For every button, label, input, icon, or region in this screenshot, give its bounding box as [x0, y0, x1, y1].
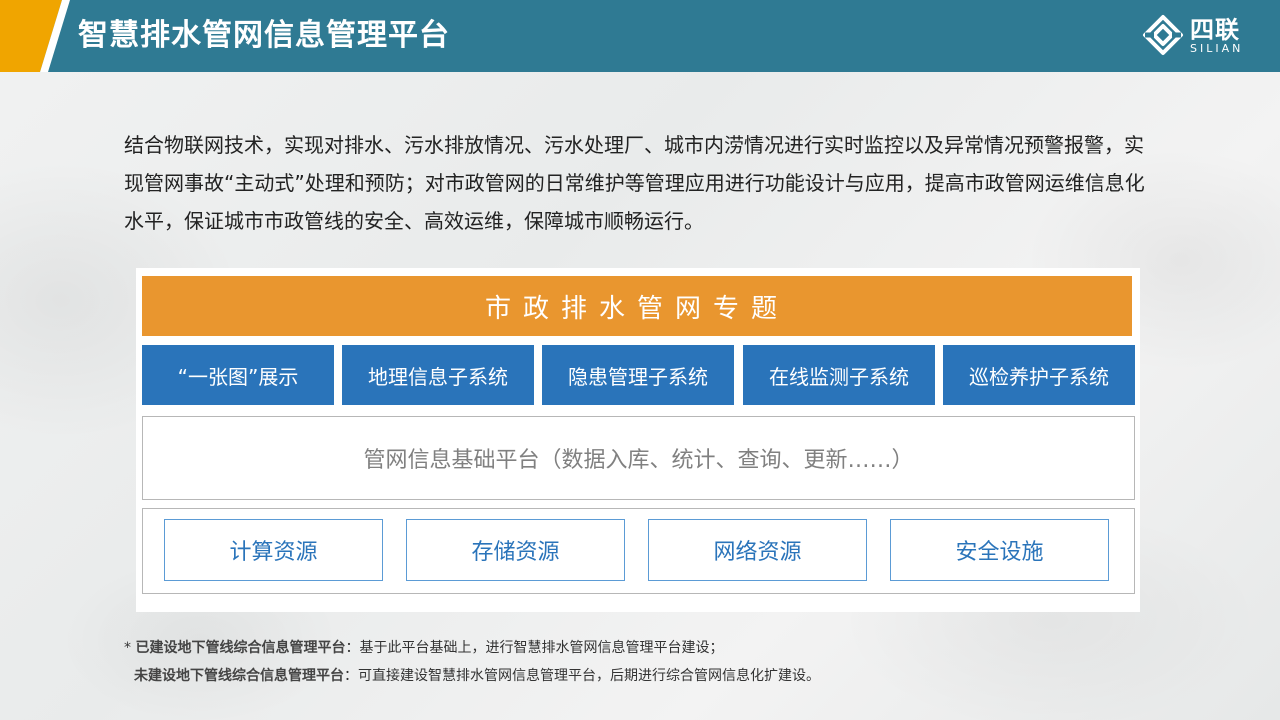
- topic-banner: 市政排水管网专题: [142, 276, 1132, 336]
- header-bar: 智慧排水管网信息管理平台 四联 SILIAN: [0, 0, 1280, 72]
- subsystem-one-map: “一张图”展示: [142, 345, 334, 405]
- footnotes: * 已建设地下管线综合信息管理平台：基于此平台基础上，进行智慧排水管网信息管理平…: [124, 634, 1164, 690]
- infrastructure-row: 计算资源 存储资源 网络资源 安全设施: [142, 508, 1135, 594]
- footnote-built-label: 已建设地下管线综合信息管理平台: [135, 640, 346, 656]
- logo-english-text: SILIAN: [1190, 42, 1244, 55]
- footnote-unbuilt: 未建设地下管线综合信息管理平台：可直接建设智慧排水管网信息管理平台，后期进行综合…: [124, 662, 1164, 690]
- footnote-marker: *: [124, 640, 136, 656]
- logo-chinese-text: 四联: [1190, 16, 1240, 44]
- brand-logo: 四联 SILIAN: [1140, 14, 1260, 58]
- resource-compute: 计算资源: [164, 519, 383, 581]
- base-platform-box: 管网信息基础平台（数据入库、统计、查询、更新……）: [142, 416, 1135, 500]
- footnote-unbuilt-label: 未建设地下管线综合信息管理平台: [134, 668, 344, 684]
- subsystem-row: “一张图”展示 地理信息子系统 隐患管理子系统 在线监测子系统 巡检养护子系统: [142, 345, 1136, 405]
- subsystem-online-monitoring: 在线监测子系统: [743, 345, 935, 405]
- footnote-built-text: ：基于此平台基础上，进行智慧排水管网信息管理平台建设；: [345, 640, 724, 656]
- subsystem-inspection-maintenance: 巡检养护子系统: [943, 345, 1135, 405]
- silian-logo-icon: [1143, 15, 1183, 55]
- footnote-built: * 已建设地下管线综合信息管理平台：基于此平台基础上，进行智慧排水管网信息管理平…: [124, 634, 1164, 662]
- architecture-diagram: 市政排水管网专题 “一张图”展示 地理信息子系统 隐患管理子系统 在线监测子系统…: [136, 268, 1140, 612]
- intro-paragraph: 结合物联网技术，实现对排水、污水排放情况、污水处理厂、城市内涝情况进行实时监控以…: [124, 133, 1145, 233]
- resource-security: 安全设施: [890, 519, 1109, 581]
- resource-storage: 存储资源: [406, 519, 625, 581]
- page-title: 智慧排水管网信息管理平台: [78, 18, 450, 53]
- resource-network: 网络资源: [648, 519, 867, 581]
- footnote-unbuilt-text: ：可直接建设智慧排水管网信息管理平台，后期进行综合管网信息化扩建设。: [344, 668, 820, 684]
- subsystem-geo-info: 地理信息子系统: [342, 345, 534, 405]
- subsystem-hazard-management: 隐患管理子系统: [542, 345, 734, 405]
